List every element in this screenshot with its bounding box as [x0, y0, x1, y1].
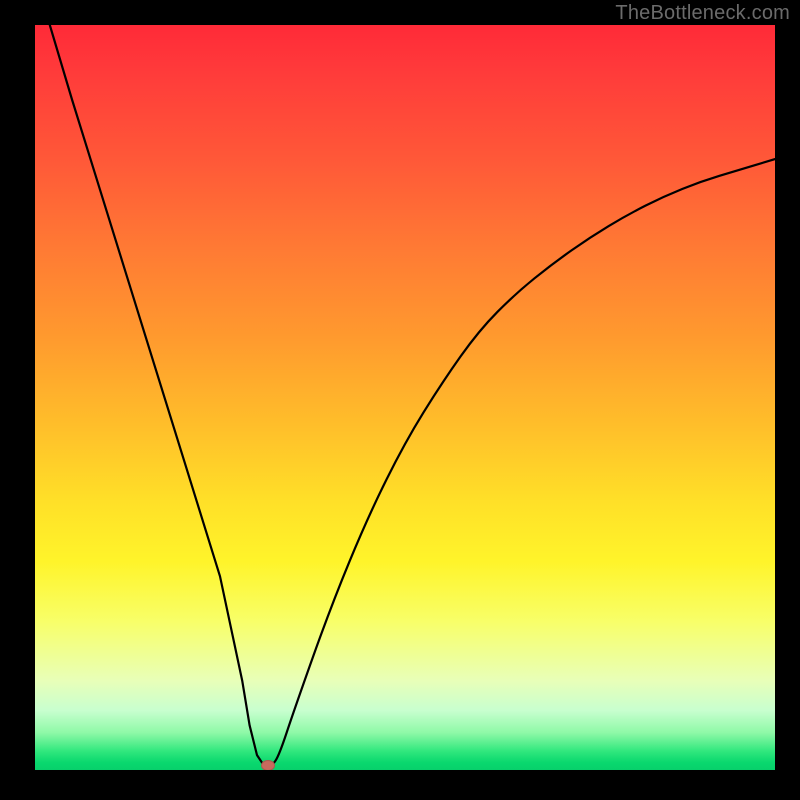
- bottleneck-curve: [35, 25, 775, 770]
- plot-area: [35, 25, 775, 770]
- watermark-text: TheBottleneck.com: [615, 2, 790, 25]
- optimal-point-marker: [261, 760, 275, 770]
- chart-frame: TheBottleneck.com: [0, 0, 800, 800]
